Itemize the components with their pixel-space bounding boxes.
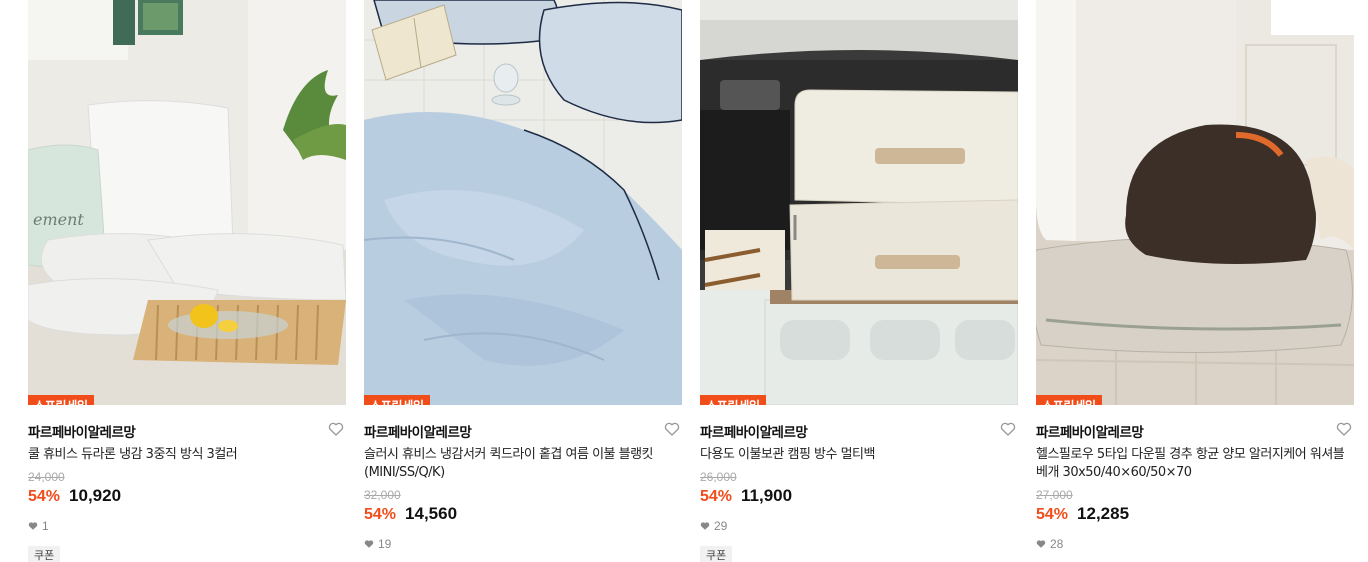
product-image[interactable]: 스프링세일 [1036, 0, 1354, 405]
brand-name[interactable]: 파르페바이알레르망 [1036, 425, 1144, 441]
coupon-tag: 쿠폰 [700, 546, 733, 562]
sale-badge: 스프링세일 [1036, 395, 1102, 405]
product-card[interactable]: 스프링세일 파르페바이알레르망 슬러시 휴비스 냉감서커 퀵드라이 홑겹 여름 … [364, 0, 682, 551]
like-count: 1 [28, 519, 346, 533]
product-image[interactable]: ement 스프링세일 [28, 0, 346, 405]
heart-icon[interactable] [328, 421, 344, 437]
coupon-tag: 쿠폰 [28, 546, 61, 562]
brand-name[interactable]: 파르페바이알레르망 [28, 425, 136, 441]
discount-rate: 54% [364, 506, 397, 523]
heart-icon[interactable] [664, 421, 680, 437]
heart-filled-icon [700, 522, 710, 530]
heart-filled-icon [1036, 540, 1046, 548]
brand-name[interactable]: 파르페바이알레르망 [364, 425, 472, 441]
discount-rate: 54% [700, 488, 733, 505]
product-title[interactable]: 쿨 휴비스 듀라론 냉감 3중직 방식 3컬러 [28, 446, 346, 464]
sale-price: 12,285 [1077, 504, 1130, 523]
brand-name[interactable]: 파르페바이알레르망 [700, 425, 808, 441]
like-count-value: 28 [1050, 537, 1064, 551]
product-card[interactable]: ement 스프링세일 파르페바이알레르망 쿨 휴비스 듀라론 냉감 3중직 방… [28, 0, 346, 562]
product-title[interactable]: 헬스필로우 5타입 다운필 경추 항균 양모 알러지케어 워셔블 베개 30x5… [1036, 446, 1354, 482]
product-photo-pillow-person [1036, 0, 1354, 405]
heart-filled-icon [28, 522, 38, 530]
like-count: 19 [364, 537, 682, 551]
like-count-value: 29 [714, 519, 728, 533]
like-count-value: 1 [42, 519, 49, 533]
product-photo-storage-bags [700, 0, 1018, 405]
discount-rate: 54% [1036, 506, 1069, 523]
original-price: 26,000 [700, 470, 737, 484]
sale-badge: 스프링세일 [700, 395, 766, 405]
original-price: 27,000 [1036, 488, 1073, 502]
sale-price: 14,560 [405, 504, 458, 523]
original-price: 24,000 [28, 470, 65, 484]
product-card[interactable]: 스프링세일 파르페바이알레르망 헬스필로우 5타입 다운필 경추 항균 양모 알… [1036, 0, 1354, 551]
product-card[interactable]: 스프링세일 파르페바이알레르망 다용도 이불보관 캠핑 방수 멀티백 26,00… [700, 0, 1018, 562]
sale-price: 11,900 [741, 486, 793, 505]
product-title[interactable]: 슬러시 휴비스 냉감서커 퀵드라이 홑겹 여름 이불 블랭킷(MINI/SS/Q… [364, 446, 682, 482]
product-image[interactable]: 스프링세일 [700, 0, 1018, 405]
original-price: 32,000 [364, 488, 401, 502]
svg-text:ement: ement [33, 210, 84, 229]
product-photo-blanket [364, 0, 682, 405]
heart-icon[interactable] [1000, 421, 1016, 437]
product-title[interactable]: 다용도 이불보관 캠핑 방수 멀티백 [700, 446, 1018, 464]
like-count: 28 [1036, 537, 1354, 551]
like-count-value: 19 [378, 537, 392, 551]
heart-icon[interactable] [1336, 421, 1352, 437]
sale-price: 10,920 [69, 486, 122, 505]
product-photo-pillows: ement [28, 0, 346, 405]
discount-rate: 54% [28, 488, 61, 505]
product-image[interactable]: 스프링세일 [364, 0, 682, 405]
sale-badge: 스프링세일 [364, 395, 430, 405]
like-count: 29 [700, 519, 1018, 533]
heart-filled-icon [364, 540, 374, 548]
sale-badge: 스프링세일 [28, 395, 94, 405]
